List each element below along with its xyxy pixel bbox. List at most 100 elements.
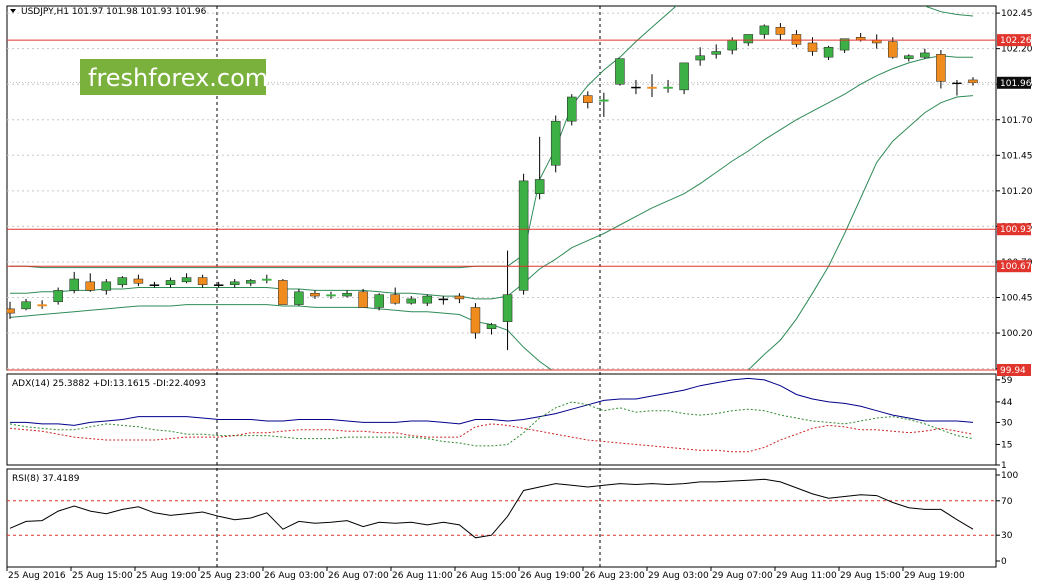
candle (567, 94, 577, 126)
rsi-tick-label: 70 (1001, 497, 1013, 507)
candle-body (470, 307, 481, 334)
time-tick-label: 29 Aug 15:00 (840, 571, 901, 581)
time-tick-label: 25 Aug 15:00 (72, 571, 133, 581)
rsi-header-text: RSI(8) 37.4189 (12, 474, 80, 484)
rsi-tick-label: 100 (1001, 471, 1018, 481)
price-tick-label: 101.70 (1001, 116, 1033, 126)
candle-body (294, 291, 304, 305)
candle-body (647, 86, 657, 89)
candle-body (823, 46, 834, 58)
candle-body (197, 277, 208, 285)
candle-body (53, 290, 63, 302)
candle-body (679, 62, 689, 91)
candle-body (21, 301, 31, 310)
candle-body (438, 298, 449, 301)
candle (518, 173, 529, 295)
time-tick-label: 25 Aug 23:00 (200, 571, 261, 581)
logo-text: freshforex.com (88, 64, 268, 92)
candle-body (711, 51, 721, 55)
candle-body (229, 281, 240, 285)
price-tick-label: 101.45 (1001, 151, 1033, 161)
time-tick-label: 29 Aug 07:00 (712, 571, 773, 581)
candle-body (952, 82, 962, 85)
candle-body (213, 284, 224, 286)
candle-body (759, 25, 770, 35)
price-tick-label: 100.45 (1001, 293, 1033, 303)
candle-body (133, 278, 144, 284)
candle-body (518, 180, 529, 291)
candle-body (406, 298, 416, 304)
candle-body (422, 295, 433, 304)
time-tick-label: 29 Aug 19:00 (904, 571, 965, 581)
symbol-header[interactable]: USDJPY,H1 101.97 101.98 101.93 101.96 (10, 7, 207, 17)
candle-body (599, 99, 609, 102)
level-label: 102.26 (1000, 36, 1032, 46)
candle-body (262, 278, 272, 281)
candle (278, 279, 288, 305)
candle-body (663, 86, 673, 89)
candle-body (358, 291, 368, 308)
candle-body (968, 79, 978, 84)
candle-body (149, 284, 160, 286)
candle-body (117, 277, 128, 285)
candle-body (165, 280, 176, 285)
chart-canvas: 102.45102.20101.95101.70101.45101.20100.… (6, 5, 1033, 581)
candle-body (583, 95, 593, 103)
candle-body (631, 86, 641, 89)
candle-body (904, 55, 914, 59)
candle (358, 288, 368, 308)
candle-body (502, 294, 513, 322)
candle-body (791, 34, 802, 45)
candle-body (69, 278, 79, 291)
level-label: 100.67 (1000, 262, 1032, 272)
adx-header-text: ADX(14) 25.3882 +DI:13.1615 -DI:22.4093 (12, 379, 206, 389)
candle-body (310, 292, 320, 297)
rsi-tick-label: 30 (1001, 531, 1013, 541)
candle-body (615, 58, 625, 85)
candle-body (888, 41, 898, 58)
candle-body (936, 54, 946, 82)
time-tick-label: 25 Aug 19:00 (136, 571, 197, 581)
adx-tick-label: 1 (1001, 461, 1007, 471)
time-tick-label: 26 Aug 15:00 (456, 571, 517, 581)
candle-body (567, 96, 577, 122)
candle-body (37, 304, 47, 307)
candle-body (727, 39, 737, 51)
candle-body (246, 280, 256, 284)
candle-body (326, 294, 336, 297)
price-tick-label: 102.45 (1001, 9, 1033, 19)
adx-axis: 59 44 30 15 1 (996, 376, 1013, 471)
candle-body (550, 120, 561, 166)
candle-body (85, 281, 95, 291)
candle-body (101, 281, 112, 291)
candle-body (342, 292, 352, 297)
candle-body (807, 42, 818, 52)
candle (550, 115, 561, 173)
candle (615, 58, 625, 86)
current-price-label: 101.96 (1000, 79, 1032, 89)
rsi-tick-label: 0 (1001, 557, 1007, 567)
adx-tick-label: 30 (1001, 418, 1013, 428)
level-label: 99.94 (1000, 366, 1026, 376)
rsi-axis: 100 70 30 0 (996, 471, 1018, 567)
rsi-panel[interactable] (6, 468, 997, 568)
time-tick-label: 26 Aug 23:00 (584, 571, 645, 581)
time-tick-label: 26 Aug 19:00 (520, 571, 581, 581)
candle-body (920, 52, 930, 58)
candle-body (775, 27, 786, 35)
level-label: 100.93 (1000, 225, 1032, 235)
time-tick-label: 25 Aug 2016 (8, 571, 66, 581)
adx-tick-label: 15 (1001, 440, 1012, 450)
candle-body (390, 294, 400, 304)
candle-body (374, 294, 384, 308)
price-tick-label: 101.20 (1001, 187, 1033, 197)
candle-body (743, 34, 754, 44)
candle-body (181, 277, 192, 283)
freshforex-logo: freshforex.com (80, 59, 268, 95)
time-tick-label: 29 Aug 11:00 (776, 571, 837, 581)
candle-body (454, 295, 465, 300)
time-tick-label: 26 Aug 07:00 (328, 571, 389, 581)
candle-body (695, 55, 705, 61)
time-tick-label: 26 Aug 11:00 (392, 571, 453, 581)
time-tick-label: 26 Aug 03:00 (264, 571, 325, 581)
